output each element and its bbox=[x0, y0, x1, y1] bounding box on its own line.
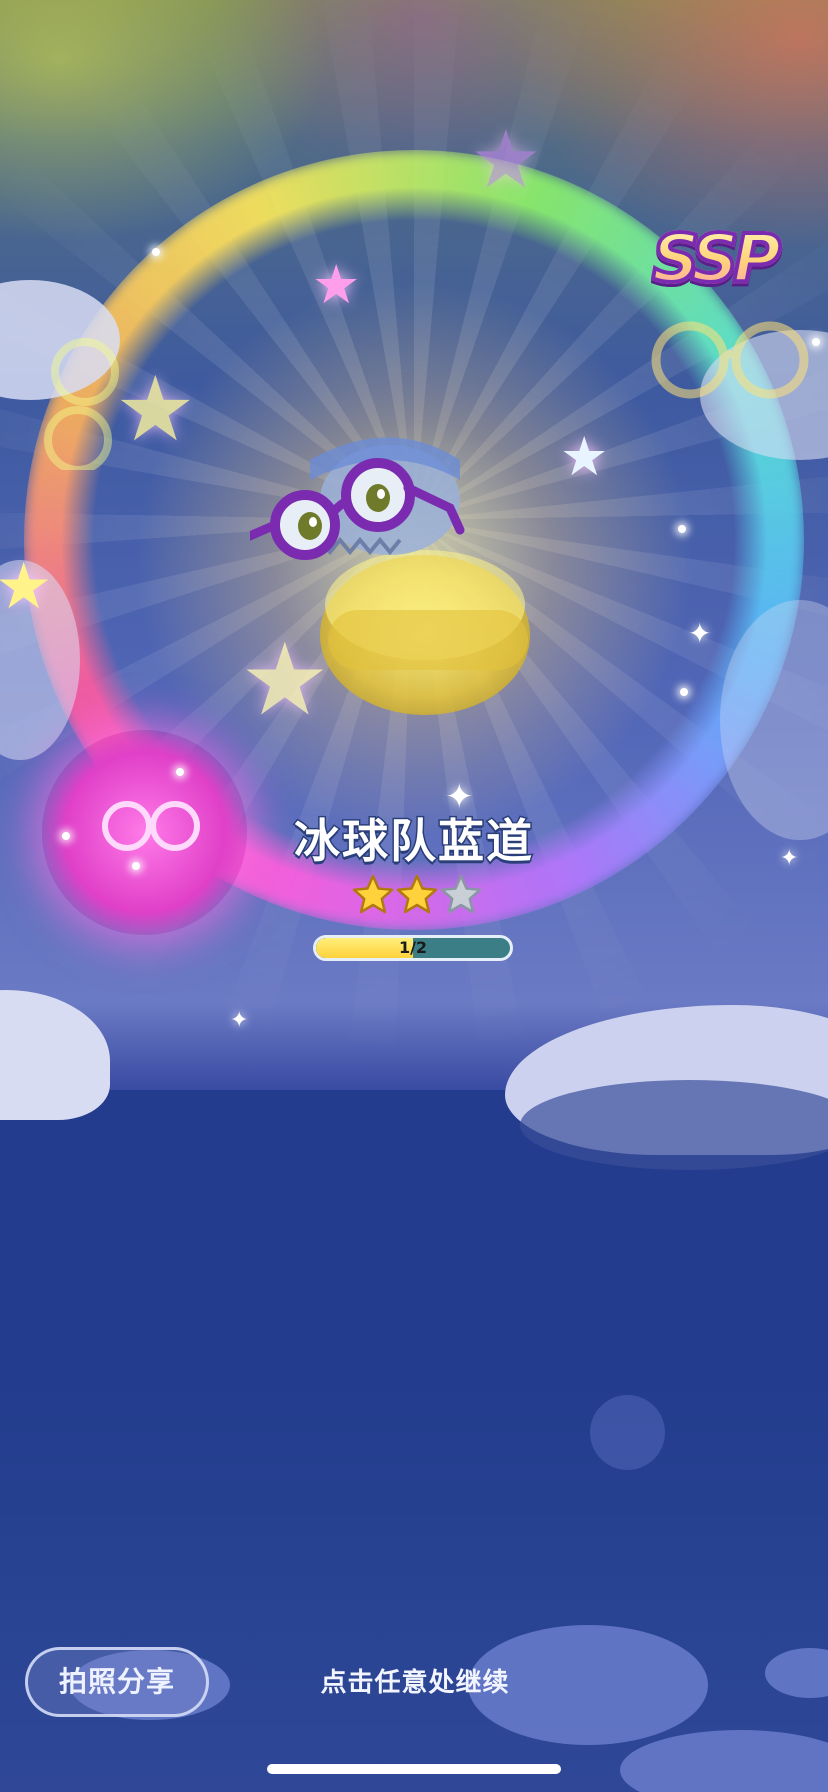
collection-progress-bar: 1/2 bbox=[313, 935, 513, 961]
sparkle-dot bbox=[152, 248, 160, 256]
glasses-icon bbox=[651, 321, 809, 399]
tap-to-continue-hint: 点击任意处继续 bbox=[320, 1668, 510, 1698]
star-filled-icon bbox=[396, 874, 438, 914]
rating-stars bbox=[352, 874, 482, 918]
star-filled-icon bbox=[352, 874, 394, 914]
sparkle-icon: ✦ bbox=[688, 617, 712, 650]
home-indicator[interactable] bbox=[267, 1764, 561, 1774]
star-empty-icon bbox=[440, 874, 482, 914]
sparkle-icon: ✦ bbox=[230, 1008, 249, 1033]
star-icon: ★ bbox=[0, 550, 53, 624]
item-name: 冰球队蓝道 bbox=[293, 813, 534, 870]
rarity-badge: SSP bbox=[650, 218, 802, 310]
star-icon: ★ bbox=[470, 113, 542, 206]
item-character-art bbox=[250, 437, 530, 715]
glasses-icon bbox=[44, 338, 119, 470]
star-icon: ★ bbox=[312, 253, 361, 316]
progress-label: 1/2 bbox=[398, 938, 428, 957]
photo-share-button[interactable]: 拍照分享 bbox=[25, 1647, 209, 1717]
bubble bbox=[590, 1395, 665, 1470]
reward-screen[interactable]: ★ ★ ★ ★ ★ ★ ✦ ✦ ✦ ✦ SSP 冰球队蓝道 1/2 拍照分享 点… bbox=[0, 0, 828, 1792]
sparkle-dot bbox=[680, 688, 688, 696]
sparkle-dot bbox=[176, 768, 184, 776]
sparkle-dot bbox=[678, 525, 686, 533]
